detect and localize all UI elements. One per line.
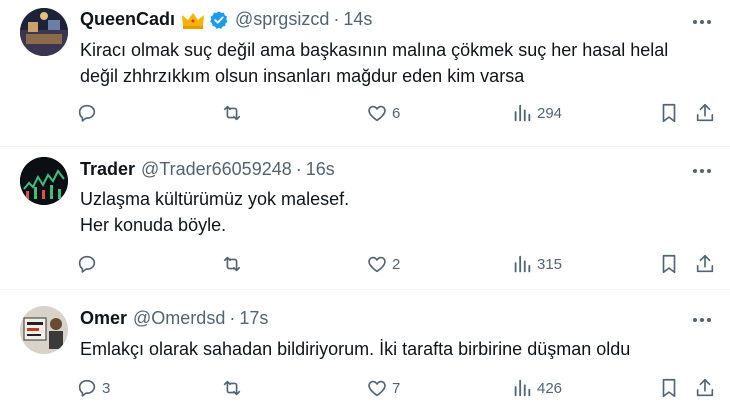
views-count: 315 <box>537 255 563 273</box>
tweet-text: Kiracı olmak suç değil ama başkasının ma… <box>80 37 700 89</box>
user-handle[interactable]: @Omerdsd <box>133 308 225 329</box>
bookmark-button[interactable] <box>658 98 680 128</box>
reply-icon <box>78 379 96 397</box>
like-button[interactable]: 7 <box>366 373 400 403</box>
timestamp[interactable]: 14s <box>343 9 372 30</box>
tweet-header: Trader @Trader66059248 · 16s <box>80 159 335 180</box>
tweet[interactable]: QueenCadı @sprgsizcd · 14s Kiracı olmak … <box>0 0 730 147</box>
views-button[interactable]: 294 <box>511 98 562 128</box>
like-button[interactable]: 2 <box>366 249 400 279</box>
tweet-text-line: Her konuda böyle. <box>80 215 227 235</box>
views-button[interactable]: 315 <box>511 249 562 279</box>
tweet-actions: 3 7 426 <box>76 373 720 403</box>
views-button[interactable]: 426 <box>511 373 562 403</box>
bookmark-icon <box>662 254 676 274</box>
tweet-header: Omer @Omerdsd · 17s <box>80 308 268 329</box>
retweet-button[interactable] <box>221 249 247 279</box>
tweet-text: Emlakçı olarak sahadan bildiriyorum. İki… <box>80 336 700 362</box>
like-count: 6 <box>392 104 401 122</box>
reply-button[interactable] <box>76 249 102 279</box>
share-button[interactable] <box>694 98 716 128</box>
tweet-text-line: Emlakçı olarak sahadan bildiriyorum. İki… <box>80 339 631 359</box>
views-chart-icon <box>514 255 531 273</box>
bookmark-button[interactable] <box>658 373 680 403</box>
bookmark-button[interactable] <box>658 249 680 279</box>
avatar[interactable] <box>20 8 68 56</box>
retweet-icon <box>223 380 241 396</box>
heart-icon <box>368 256 386 273</box>
retweet-icon <box>223 256 241 272</box>
display-name[interactable]: Trader <box>80 159 135 180</box>
like-count: 2 <box>392 255 401 273</box>
tweet-text-line: Kiracı olmak suç değil ama başkasının ma… <box>80 40 669 60</box>
display-name[interactable]: QueenCadı <box>80 9 175 30</box>
share-icon <box>696 378 714 397</box>
views-chart-icon <box>514 104 531 122</box>
more-options-icon[interactable] <box>690 10 714 34</box>
user-handle[interactable]: @Trader66059248 <box>141 159 292 180</box>
more-options-icon[interactable] <box>690 159 714 183</box>
user-handle[interactable]: @sprgsizcd <box>235 9 329 30</box>
retweet-button[interactable] <box>221 373 247 403</box>
views-count: 294 <box>537 104 563 122</box>
tweet-actions: 2 315 <box>76 249 720 279</box>
share-button[interactable] <box>694 249 716 279</box>
share-icon <box>696 254 714 273</box>
avatar[interactable] <box>20 306 68 354</box>
tweet-header: QueenCadı @sprgsizcd · 14s <box>80 9 372 30</box>
views-count: 426 <box>537 379 563 397</box>
tweet-text: Uzlaşma kültürümüz yok malesef. Her konu… <box>80 186 700 238</box>
separator-dot: · <box>229 308 236 328</box>
timestamp[interactable]: 16s <box>306 159 335 180</box>
tweet[interactable]: Trader @Trader66059248 · 16s Uzlaşma kül… <box>0 147 730 290</box>
avatar[interactable] <box>20 157 68 205</box>
reply-count: 3 <box>102 379 111 397</box>
views-chart-icon <box>514 379 531 397</box>
heart-icon <box>368 105 386 122</box>
retweet-icon <box>223 105 241 121</box>
more-options-icon[interactable] <box>690 308 714 332</box>
tweet-actions: 6 294 <box>76 98 720 128</box>
reply-icon <box>78 255 96 273</box>
tweet-text-line: değil zhhrzıkkım olsun insanları mağdur … <box>80 66 525 86</box>
crown-icon <box>181 11 205 29</box>
separator-dot: · <box>333 9 340 29</box>
like-button[interactable]: 6 <box>366 98 400 128</box>
reply-button[interactable]: 3 <box>76 373 110 403</box>
display-name[interactable]: Omer <box>80 308 127 329</box>
tweet[interactable]: Omer @Omerdsd · 17s Emlakçı olarak sahad… <box>0 290 730 420</box>
like-count: 7 <box>392 379 401 397</box>
reply-icon <box>78 104 96 122</box>
tweet-text-line: Uzlaşma kültürümüz yok malesef. <box>80 189 350 209</box>
bookmark-icon <box>662 378 676 398</box>
separator-dot: · <box>295 159 302 179</box>
bookmark-icon <box>662 103 676 123</box>
share-button[interactable] <box>694 373 716 403</box>
retweet-button[interactable] <box>221 98 247 128</box>
reply-button[interactable] <box>76 98 102 128</box>
verified-badge-icon[interactable] <box>209 10 229 30</box>
timestamp[interactable]: 17s <box>239 308 268 329</box>
heart-icon <box>368 380 386 397</box>
share-icon <box>696 103 714 122</box>
